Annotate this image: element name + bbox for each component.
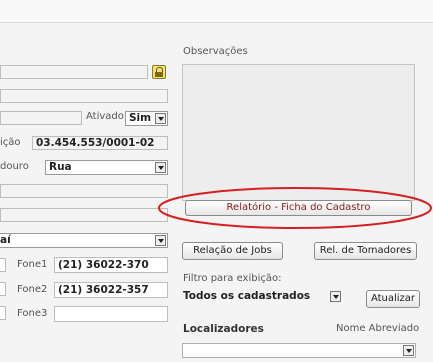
fone2-field[interactable]: (21) 36022-357 [54,282,168,298]
rel-tomadores-label: Rel. de Tomadores [319,245,412,256]
ativado-label: Ativado [86,111,124,122]
text-field-3[interactable] [0,111,82,125]
estado-select[interactable]: aí [0,233,168,248]
text-field-6[interactable] [0,208,168,222]
fone2-value: (21) 36022-357 [58,284,149,296]
ddd-field-1[interactable] [0,258,6,272]
fone3-label: Fone3 [17,308,48,319]
observacoes-label: Observações [183,46,248,57]
chevron-down-icon [403,345,414,356]
chevron-down-icon [155,113,166,124]
fone1-value: (21) 36022-370 [58,259,149,271]
text-field-2[interactable] [0,89,168,103]
fone3-field[interactable] [54,306,168,322]
ddd-field-2[interactable] [0,282,6,296]
inscricao-field[interactable]: 03.454.553/0001-02 [32,136,168,150]
observacoes-textarea[interactable] [182,64,415,201]
chevron-down-icon [155,235,166,246]
filtro-select[interactable]: Todos os cadastrados [182,290,341,305]
highlight-ellipse [158,187,432,229]
logradouro-select[interactable]: Rua [45,160,168,175]
inscricao-label: ição [0,137,21,148]
relacao-jobs-button[interactable]: Relação de Jobs [182,242,283,260]
ddd-field-3[interactable] [0,306,6,320]
localizadores-label: Localizadores [183,323,264,335]
estado-value: aí [0,234,11,246]
fone1-label: Fone1 [17,259,48,270]
ativado-select[interactable]: Sim [125,111,168,126]
atualizar-label: Atualizar [370,293,416,304]
text-field-5[interactable] [0,184,168,198]
inscricao-value: 03.454.553/0001-02 [36,137,155,149]
logradouro-label: douro [0,161,29,172]
nome-abreviado-label: Nome Abreviado [336,323,420,334]
localizadores-select[interactable] [182,343,416,358]
fone1-field[interactable]: (21) 36022-370 [54,257,168,273]
atualizar-button[interactable]: Atualizar [366,290,420,308]
rel-tomadores-button[interactable]: Rel. de Tomadores [314,242,417,260]
chevron-down-icon [330,291,341,302]
logradouro-value: Rua [49,161,72,173]
top-bar [0,0,433,23]
ativado-value: Sim [129,112,152,124]
relacao-jobs-label: Relação de Jobs [193,245,272,256]
filtro-value: Todos os cadastrados [183,290,311,302]
name-field[interactable] [0,65,148,79]
padlock-icon[interactable] [152,65,166,79]
filtro-label: Filtro para exibição: [183,273,282,284]
fone2-label: Fone2 [17,284,48,295]
chevron-down-icon [155,162,166,173]
